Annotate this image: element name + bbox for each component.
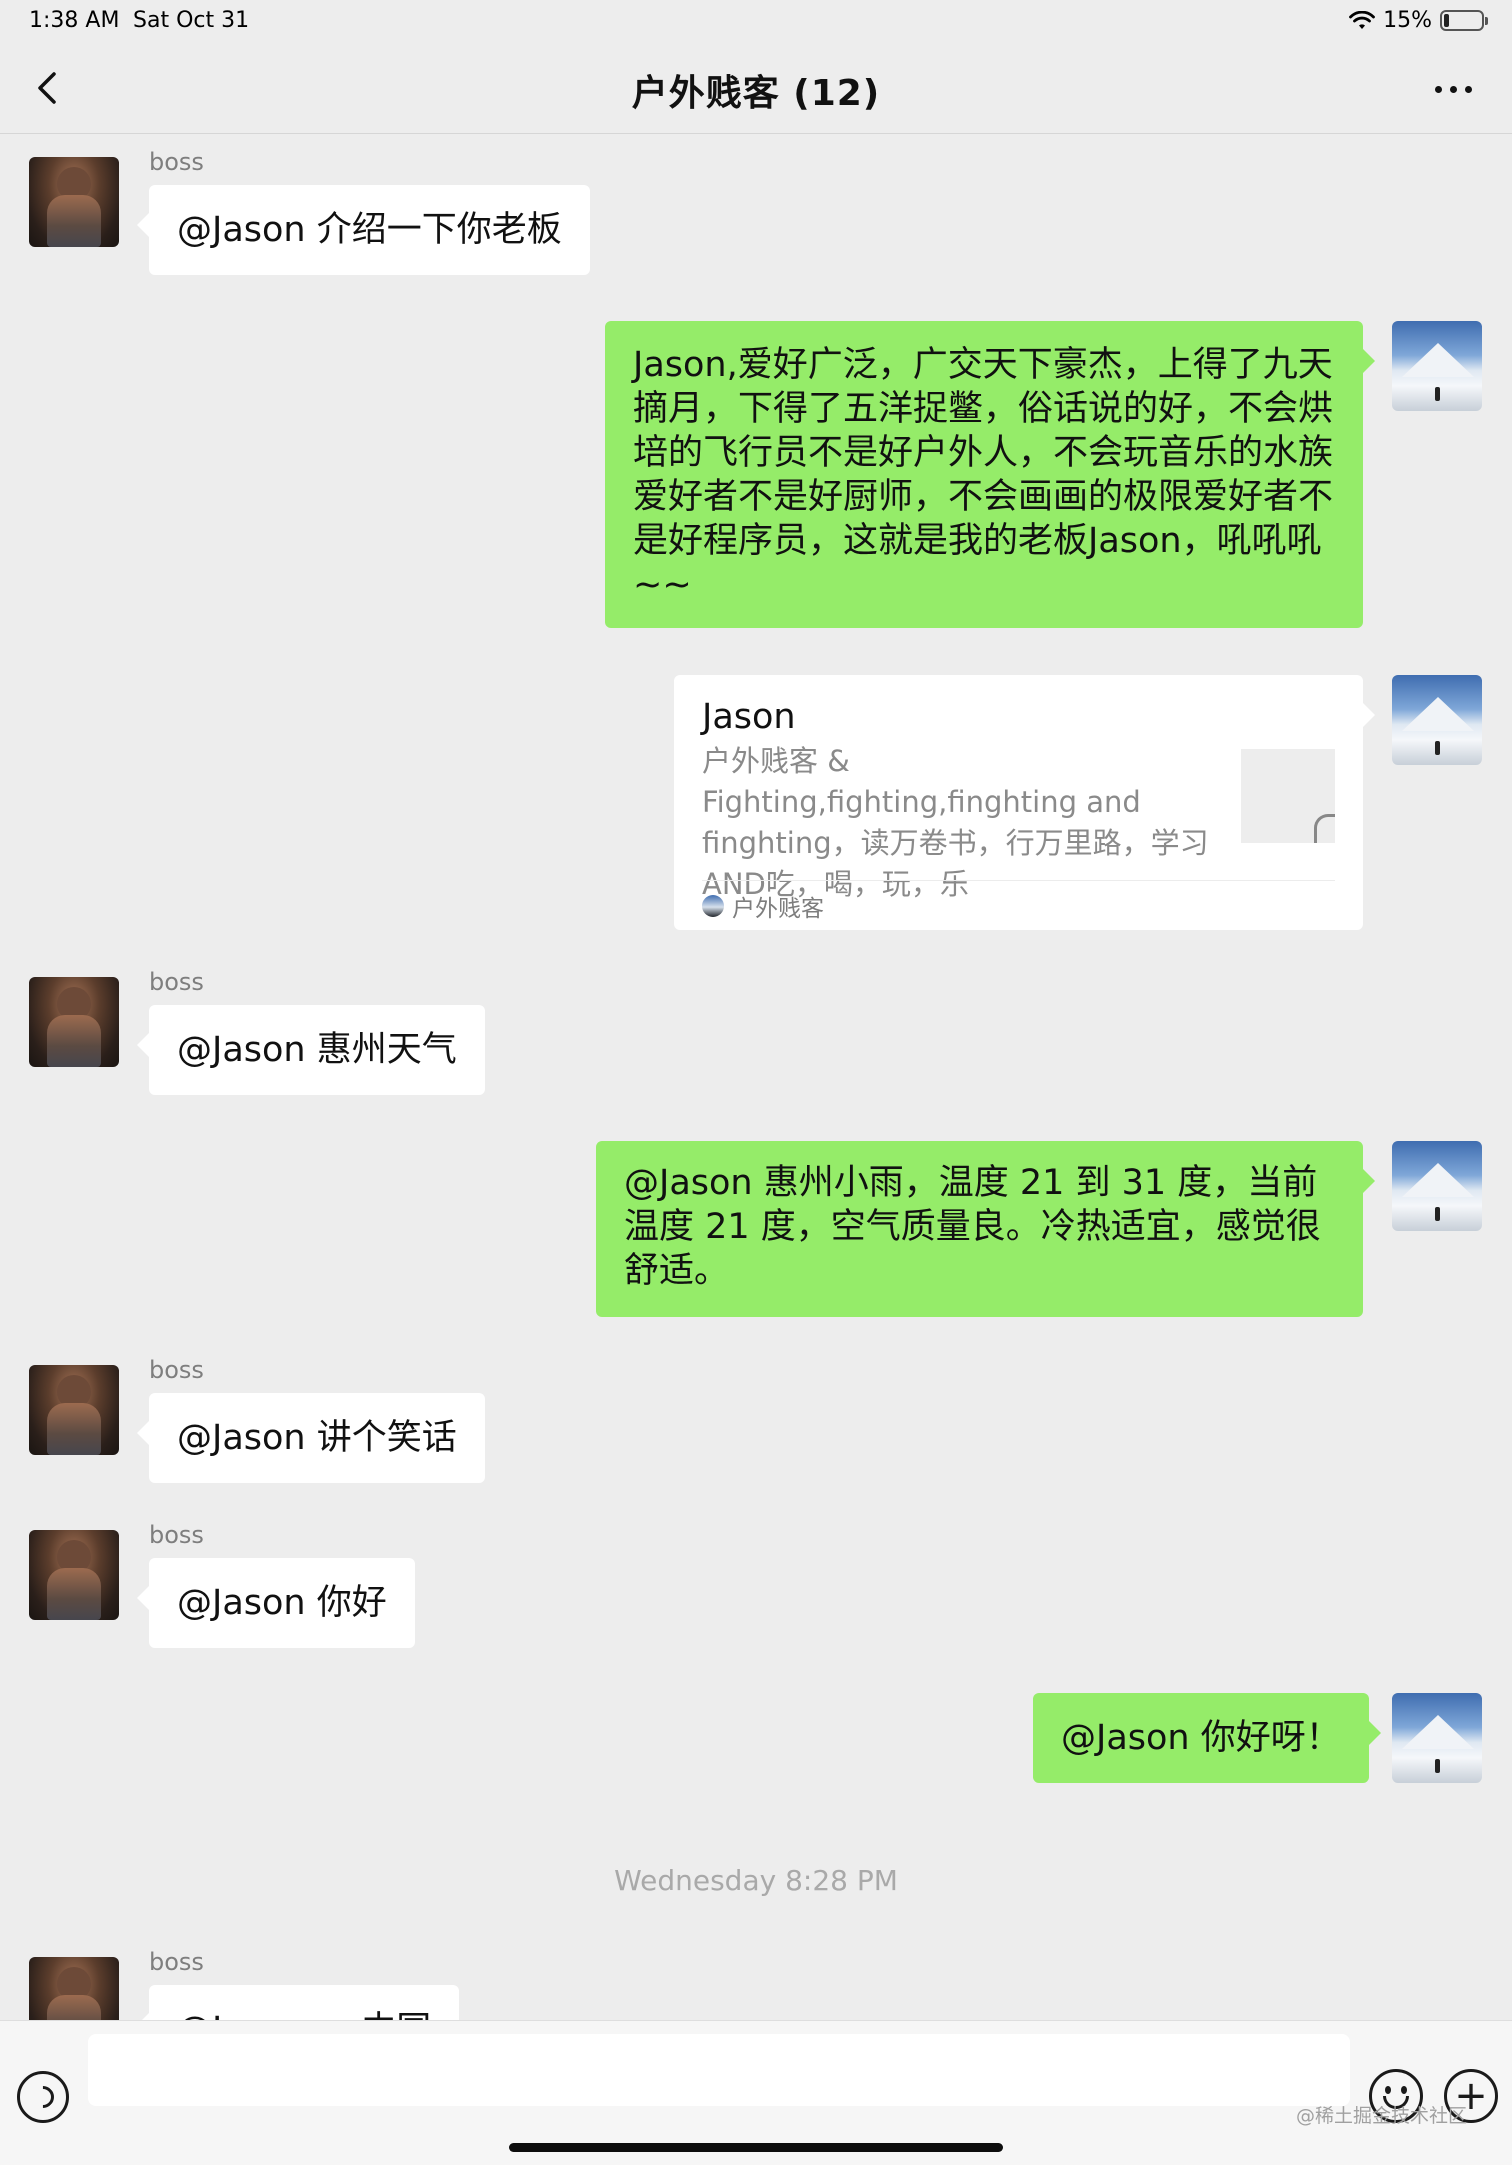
status-bar: 1:38 AM Sat Oct 31 15%: [0, 0, 1512, 44]
card-source: 户外贱客: [702, 880, 1335, 930]
message-bubble[interactable]: @Jason 你好: [137, 1558, 415, 1648]
timestamp: Wednesday 8:28 PM: [614, 1864, 898, 1897]
input-bar: + @稀土掘金技术社区: [0, 2020, 1512, 2165]
watermark: @稀土掘金技术社区: [1295, 2105, 1467, 2127]
chat-title: 户外贱客 (12): [631, 73, 881, 114]
status-date: Sat Oct 31: [133, 8, 250, 33]
message-input[interactable]: [88, 2034, 1350, 2106]
avatar-boss[interactable]: [29, 1365, 119, 1455]
status-right: 15%: [1349, 8, 1488, 33]
more-icon[interactable]: [1435, 86, 1472, 93]
sender-name: boss: [149, 1356, 204, 1384]
sender-name: boss: [149, 968, 204, 996]
sender-name: boss: [149, 1521, 204, 1549]
voice-icon[interactable]: [17, 2071, 69, 2123]
sender-name: boss: [149, 1948, 204, 1976]
battery-percent: 15%: [1383, 8, 1432, 33]
message-bubble[interactable]: @Jason 你好呀！: [1033, 1693, 1381, 1783]
avatar-me[interactable]: [1392, 321, 1482, 411]
home-indicator[interactable]: [509, 2143, 1003, 2152]
card-title: Jason: [702, 697, 796, 737]
message-bubble[interactable]: @Jason 惠州小雨，温度 21 到 31 度，当前温度 21 度，空气质量良…: [596, 1141, 1375, 1317]
message-bubble[interactable]: @Jason ... 中国: [136, 1985, 460, 2020]
card-source-label: 户外贱客: [732, 895, 824, 922]
avatar-me[interactable]: [1392, 1693, 1482, 1783]
avatar-me[interactable]: [1392, 1141, 1482, 1231]
wifi-icon: [1349, 10, 1375, 29]
chat-area[interactable]: boss @Jason 介绍一下你老板 Jason,爱好广泛，广交天下豪杰，上得…: [0, 135, 1512, 2020]
link-card[interactable]: Jason 户外贱客 & Fighting,fighting,finghting…: [674, 675, 1375, 930]
avatar-boss[interactable]: [29, 1957, 119, 2020]
status-time: 1:38 AM: [29, 8, 120, 33]
source-avatar-icon: [702, 894, 724, 917]
avatar-me[interactable]: [1392, 675, 1482, 765]
avatar-boss[interactable]: [29, 977, 119, 1067]
avatar-boss[interactable]: [29, 157, 119, 247]
sender-name: boss: [149, 148, 204, 176]
message-bubble[interactable]: @Jason 介绍一下你老板: [137, 185, 590, 275]
nav-bar: 户外贱客 (12): [0, 44, 1512, 134]
message-bubble[interactable]: Jason,爱好广泛，广交天下豪杰，上得了九天摘月，下得了五洋捉鳖，俗话说的好，…: [605, 321, 1375, 628]
card-thumbnail: [1241, 749, 1335, 843]
message-bubble[interactable]: @Jason 讲个笑话: [137, 1393, 485, 1483]
avatar-boss[interactable]: [29, 1530, 119, 1620]
message-bubble[interactable]: @Jason 惠州天气: [137, 1005, 485, 1095]
battery-icon: [1440, 10, 1488, 31]
